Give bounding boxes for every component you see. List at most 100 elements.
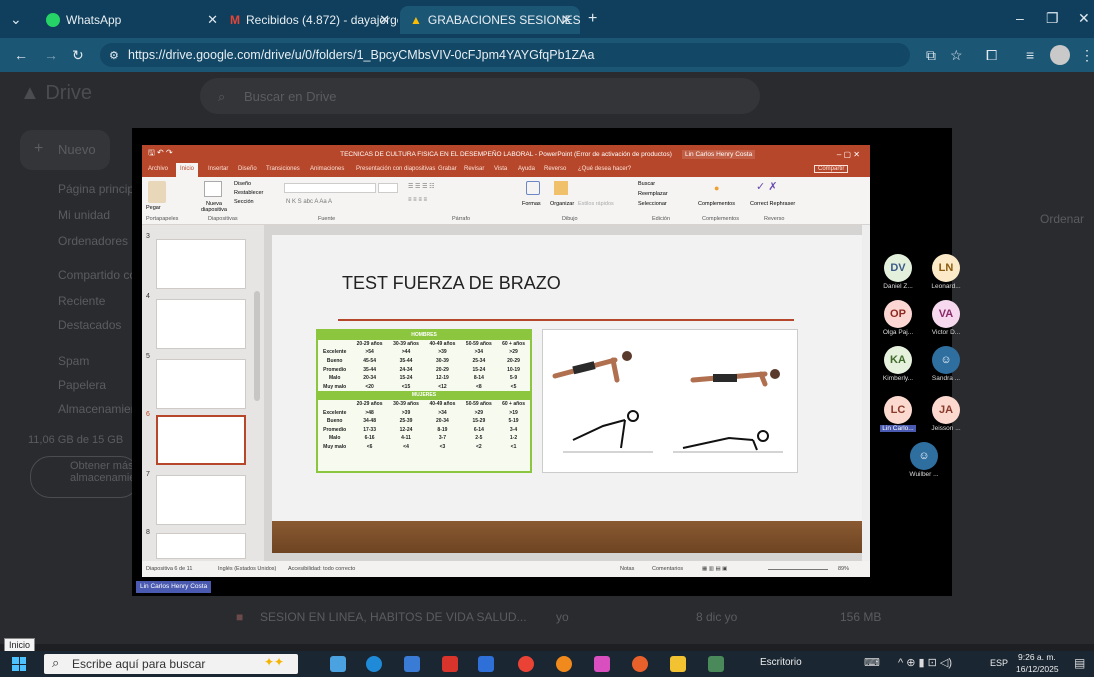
bookmark-star-icon[interactable]: ☆ (950, 47, 963, 64)
file-explorer-icon[interactable] (670, 656, 686, 672)
view-icons[interactable]: ▦ ▥ ▤ ▣ (702, 566, 727, 572)
participant-tile[interactable]: LC Lin Carlo... (880, 396, 916, 432)
menu-revisar[interactable]: Revisar (464, 166, 484, 172)
desktop-toolbar[interactable]: Escritorio (760, 657, 802, 668)
nav-computers[interactable]: Ordenadores (58, 234, 128, 248)
nav-trash[interactable]: Papelera (58, 378, 106, 392)
addins-icon[interactable]: ● (714, 183, 719, 193)
minimize-icon[interactable]: – (1016, 10, 1024, 26)
slide-thumbnail-active[interactable] (156, 415, 246, 465)
teams-icon[interactable] (404, 656, 420, 672)
tab-whatsapp[interactable]: WhatsApp ✕ (36, 6, 226, 34)
replace-button[interactable]: Reemplazar (638, 191, 668, 197)
slide-thumbnail[interactable] (156, 299, 246, 349)
tray-icons[interactable]: ^ ⊕ ▮ ⊡ ◁) (898, 656, 952, 669)
shapes-icon[interactable] (526, 181, 540, 195)
windows-start-icon[interactable] (12, 657, 26, 671)
slide-thumbnail[interactable] (156, 475, 246, 525)
close-icon[interactable]: ✕ (561, 12, 572, 28)
participant-tile[interactable]: KA Kimberly... (880, 346, 916, 382)
participant-tile[interactable]: ☺ Wuilber ... (906, 442, 942, 478)
participant-tile[interactable]: OP Olga Paj... (880, 300, 916, 336)
styles-label[interactable]: Estilos rápidos (578, 201, 614, 207)
ppt-window-controls[interactable]: – ▢ ✕ (837, 150, 860, 159)
rephraser-icon[interactable]: ✓ ✗ (756, 180, 778, 193)
edge-icon[interactable] (366, 656, 382, 672)
clock-time[interactable]: 9:26 a. m. (1018, 652, 1056, 662)
font-name-box[interactable] (284, 183, 376, 193)
tab-list-icon[interactable]: ⌄ (10, 11, 22, 28)
chrome-icon[interactable] (518, 656, 534, 672)
font-size-box[interactable] (378, 183, 398, 193)
app-icon[interactable] (594, 656, 610, 672)
url-field[interactable]: ⚙ https://drive.google.com/drive/u/0/fol… (100, 43, 910, 67)
language-status[interactable]: Inglés (Estados Unidos) (218, 566, 276, 572)
menu-transiciones[interactable]: Transiciones (266, 166, 300, 172)
back-icon[interactable]: ← (14, 47, 28, 63)
menu-archivo[interactable]: Archivo (148, 166, 168, 172)
reload-icon[interactable]: ↻ (72, 47, 84, 64)
zoom-level[interactable]: 89% (838, 566, 849, 572)
participant-tile[interactable]: VA Victor D... (928, 300, 964, 336)
sort-label[interactable]: Ordenar (1040, 212, 1084, 226)
select-button[interactable]: Seleccionar (638, 201, 667, 207)
menu-grabar[interactable]: Grabar (438, 166, 457, 172)
profile-avatar[interactable] (1050, 45, 1070, 65)
close-icon[interactable]: ✕ (379, 12, 390, 28)
close-window-icon[interactable]: ✕ (1078, 10, 1090, 27)
slide-scrollbar[interactable] (862, 225, 870, 561)
ppt-user[interactable]: Lin Carlos Henry Costa (682, 149, 756, 159)
nav-spam[interactable]: Spam (58, 354, 89, 368)
reading-list-icon[interactable]: ≡ (1026, 47, 1034, 63)
save-icon[interactable]: 🖫 ↶ ↷ (148, 147, 173, 161)
firefox-icon[interactable] (556, 656, 572, 672)
nav-recent[interactable]: Reciente (58, 294, 105, 308)
arrange-icon[interactable] (554, 181, 568, 195)
language-indicator[interactable]: ESP (990, 658, 1008, 668)
new-slide-icon[interactable] (204, 181, 222, 197)
menu-reverso[interactable]: Reverso (544, 166, 566, 172)
nav-home[interactable]: Página principal (58, 182, 143, 196)
file-name[interactable]: SESION EN LINEA, HABITOS DE VIDA SALUD..… (260, 610, 527, 624)
install-icon[interactable]: ⧉ (926, 47, 936, 64)
share-button[interactable]: Compartir (814, 165, 849, 173)
new-button[interactable]: + Nuevo (20, 130, 110, 170)
zoom-slider[interactable] (768, 569, 828, 570)
forward-icon[interactable]: → (44, 47, 58, 63)
slide-thumbnail[interactable] (156, 359, 246, 409)
thumbs-scrollbar[interactable] (254, 291, 260, 401)
app-icon[interactable] (330, 656, 346, 672)
menu-insertar[interactable]: Insertar (208, 166, 228, 172)
notes-button[interactable]: Notas (620, 566, 634, 572)
nav-starred[interactable]: Destacados (58, 318, 121, 332)
participant-tile[interactable]: LN Leonard... (928, 254, 964, 290)
slide-thumbnail[interactable] (156, 533, 246, 559)
more-menu-icon[interactable]: ⋮ (1080, 47, 1094, 64)
accessibility-status[interactable]: Accesibilidad: todo correcto (288, 566, 355, 572)
acrobat-icon[interactable] (442, 656, 458, 672)
tab-gmail[interactable]: M Recibidos (4.872) - dayajorge24 ✕ (220, 6, 398, 34)
app-icon[interactable] (478, 656, 494, 672)
participant-tile[interactable]: DV Daniel Z... (880, 254, 916, 290)
taskbar-search[interactable]: ⌕ Escribe aquí para buscar ✦✦ (44, 654, 298, 674)
find-button[interactable]: Buscar (638, 181, 655, 187)
nav-my-drive[interactable]: Mi unidad (58, 208, 110, 222)
notifications-icon[interactable]: ▤ (1074, 656, 1085, 670)
menu-ayuda[interactable]: Ayuda (518, 166, 535, 172)
app-icon[interactable] (708, 656, 724, 672)
extensions-icon[interactable]: ⧠ (986, 47, 997, 64)
font-format-icons[interactable]: N K S abc A Aa A (286, 199, 332, 205)
comments-button[interactable]: Comentarios (652, 566, 683, 572)
paste-icon[interactable] (148, 181, 166, 203)
new-tab-icon[interactable]: + (588, 10, 597, 28)
reset-button[interactable]: Restablecer (234, 190, 263, 196)
keyboard-icon[interactable]: ⌨ (864, 656, 880, 669)
drive-search-box[interactable]: ⌕ Buscar en Drive (200, 78, 760, 114)
close-icon[interactable]: ✕ (207, 12, 218, 28)
menu-vista[interactable]: Vista (494, 166, 507, 172)
clock-date[interactable]: 16/12/2025 (1016, 664, 1059, 674)
maximize-icon[interactable]: ❐ (1046, 10, 1059, 27)
app-icon[interactable] (632, 656, 648, 672)
align-icons[interactable]: ≡ ≡ ≡ ≡ (408, 197, 427, 203)
menu-presentacion[interactable]: Presentación con diapositivas (356, 166, 435, 172)
